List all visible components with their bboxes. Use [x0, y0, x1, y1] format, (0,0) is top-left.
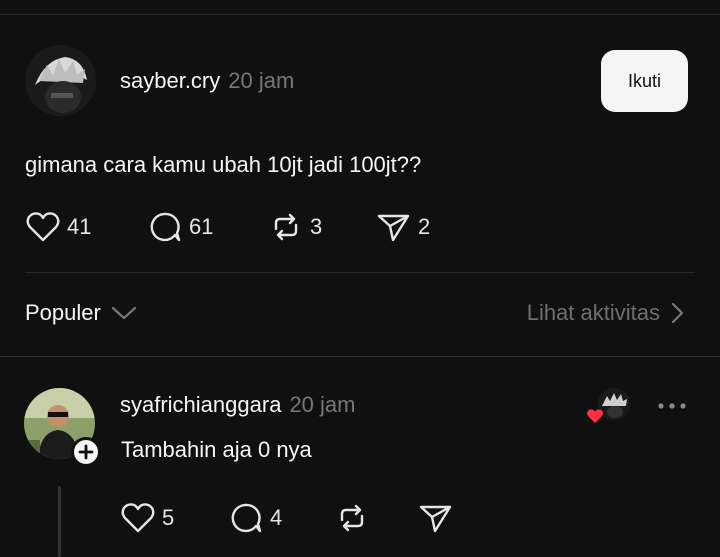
post-text: gimana cara kamu ubah 10jt jadi 100jt??	[25, 152, 422, 177]
reply-like-button[interactable]: 5	[120, 502, 174, 534]
reply-share-button[interactable]	[418, 502, 454, 534]
like-count: 41	[67, 214, 92, 239]
avatar[interactable]	[25, 45, 96, 116]
top-divider	[0, 14, 720, 15]
sort-label: Populer	[25, 300, 101, 325]
comment-count: 61	[189, 214, 214, 239]
heart-icon	[587, 409, 603, 423]
reply-header: syafrichianggara 20 jam	[120, 392, 355, 418]
reply-time: 20 jam	[289, 392, 356, 417]
share-count: 2	[418, 214, 431, 239]
plus-icon	[78, 444, 94, 460]
reply-comment-button[interactable]: 4	[228, 502, 282, 534]
repost-icon	[340, 504, 364, 532]
comment-icon	[150, 212, 181, 242]
heart-icon	[26, 212, 60, 242]
repost-button[interactable]: 3	[268, 211, 322, 243]
repost-count: 3	[310, 214, 323, 239]
avatar-image	[25, 45, 96, 116]
thread-line	[58, 486, 61, 557]
comment-button[interactable]: 61	[147, 211, 213, 243]
sort-dropdown[interactable]: Populer	[25, 300, 137, 326]
replies-divider	[0, 356, 720, 357]
reply-text: Tambahin aja 0 nya	[121, 437, 312, 462]
view-activity-label: Lihat aktivitas	[526, 300, 660, 325]
chevron-right-icon	[671, 302, 684, 324]
reply-comment-count: 4	[270, 505, 283, 530]
send-icon	[419, 505, 452, 533]
post-username[interactable]: sayber.cry	[120, 68, 220, 94]
reply-username[interactable]: syafrichianggara	[120, 392, 281, 418]
share-button[interactable]: 2	[376, 211, 430, 243]
like-button[interactable]: 41	[25, 211, 91, 243]
follow-button[interactable]: Ikuti	[601, 50, 688, 112]
post-divider	[25, 272, 695, 273]
reply-repost-button[interactable]	[334, 502, 370, 534]
post-header: sayber.cry 20 jam	[120, 68, 294, 94]
heart-icon	[121, 503, 155, 533]
comment-icon	[231, 503, 262, 533]
follow-plus-badge[interactable]	[71, 437, 101, 467]
view-activity-link[interactable]: Lihat aktivitas	[527, 300, 684, 326]
more-options-icon[interactable]	[656, 396, 688, 416]
repost-icon	[274, 213, 298, 241]
post-time: 20 jam	[228, 68, 295, 93]
chevron-down-icon	[111, 306, 136, 320]
reply-like-count: 5	[162, 505, 175, 530]
send-icon	[377, 214, 410, 242]
